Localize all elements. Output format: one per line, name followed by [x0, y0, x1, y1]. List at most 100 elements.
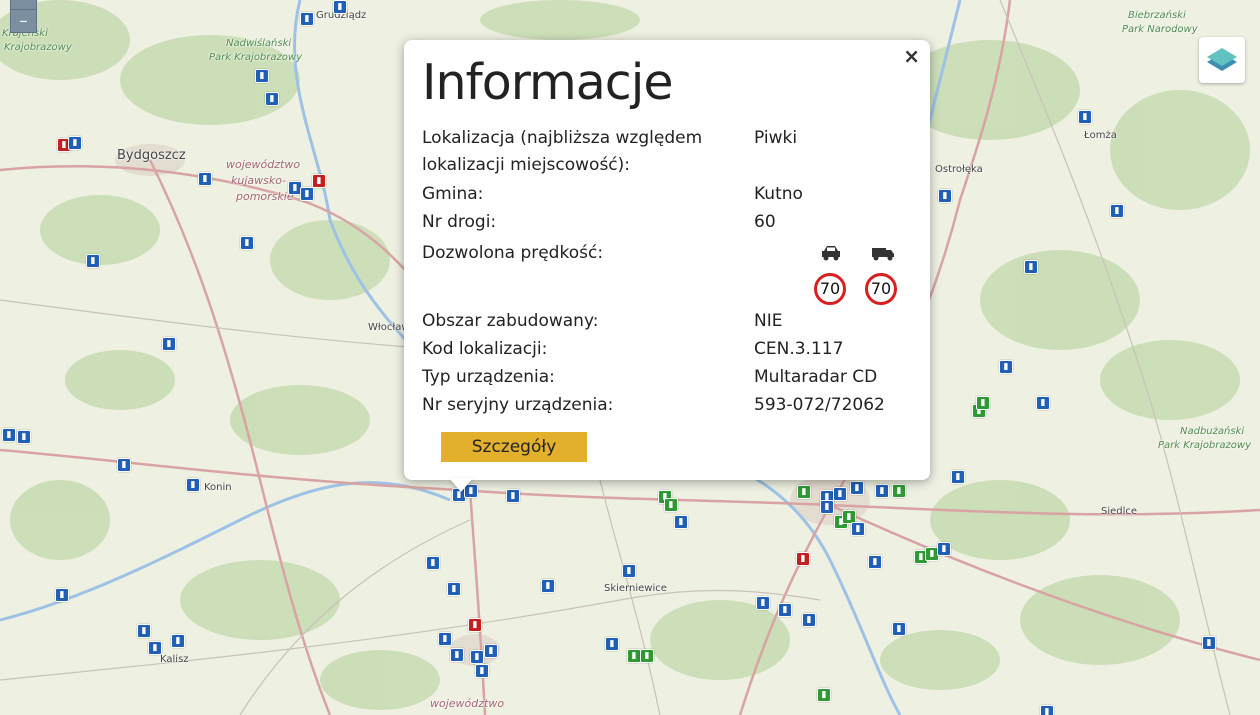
speed-camera-marker-blue[interactable]: ▮: [1110, 204, 1124, 218]
speed-sign-car: 70: [814, 273, 846, 305]
speed-camera-marker-blue[interactable]: ▮: [86, 254, 100, 268]
road-number-value: 60: [754, 212, 776, 232]
speed-camera-marker-blue[interactable]: ▮: [438, 632, 452, 646]
municipality-value: Kutno: [754, 184, 803, 204]
speed-camera-marker-blue[interactable]: ▮: [450, 648, 464, 662]
map-place-label: województwo: [430, 697, 505, 710]
speed-camera-marker-green[interactable]: ▮: [976, 396, 990, 410]
road-number-label: Nr drogi:: [422, 212, 497, 232]
speed-camera-marker-blue[interactable]: ▮: [2, 428, 16, 442]
device-type-label: Typ urządzenia:: [422, 367, 555, 387]
map-place-label: Park Narodowy: [1122, 24, 1198, 35]
speed-camera-marker-blue[interactable]: ▮: [868, 555, 882, 569]
info-popup: Informacje × Lokalizacja (najbliższa wzg…: [404, 40, 930, 480]
speed-limit-label: Dozwolona prędkość:: [422, 243, 604, 263]
map-place-label: Siedlce: [1101, 506, 1138, 517]
speed-camera-marker-green[interactable]: ▮: [664, 498, 678, 512]
speed-camera-marker-red[interactable]: ▮: [796, 552, 810, 566]
speed-camera-marker-blue[interactable]: ▮: [1024, 260, 1038, 274]
speed-camera-marker-blue[interactable]: ▮: [833, 487, 847, 501]
speed-camera-marker-blue[interactable]: ▮: [850, 481, 864, 495]
speed-camera-marker-blue[interactable]: ▮: [198, 172, 212, 186]
speed-camera-marker-blue[interactable]: ▮: [951, 470, 965, 484]
speed-camera-marker-blue[interactable]: ▮: [506, 489, 520, 503]
close-icon[interactable]: ×: [903, 44, 920, 68]
speed-camera-marker-blue[interactable]: ▮: [426, 556, 440, 570]
speed-camera-marker-blue[interactable]: ▮: [622, 564, 636, 578]
speed-camera-marker-blue[interactable]: ▮: [937, 542, 951, 556]
popup-title: Informacje: [422, 54, 673, 111]
speed-camera-marker-blue[interactable]: ▮: [117, 458, 131, 472]
popup-pointer: [449, 478, 473, 492]
truck-icon: [870, 244, 896, 266]
map-place-label: Konin: [204, 482, 232, 493]
speed-camera-marker-blue[interactable]: ▮: [674, 515, 688, 529]
speed-camera-marker-blue[interactable]: ▮: [447, 582, 461, 596]
speed-camera-marker-blue[interactable]: ▮: [171, 634, 185, 648]
map-place-label: Skierniewice: [604, 583, 667, 594]
speed-camera-marker-blue[interactable]: ▮: [999, 360, 1013, 374]
speed-camera-marker-blue[interactable]: ▮: [300, 12, 314, 26]
layers-button[interactable]: [1199, 37, 1245, 83]
speed-camera-marker-blue[interactable]: ▮: [1036, 396, 1050, 410]
speed-camera-marker-blue[interactable]: ▮: [148, 641, 162, 655]
speed-camera-marker-blue[interactable]: ▮: [802, 613, 816, 627]
map-place-label: Park Krajobrazowy: [209, 52, 302, 63]
speed-camera-marker-blue[interactable]: ▮: [938, 189, 952, 203]
speed-camera-marker-blue[interactable]: ▮: [605, 637, 619, 651]
map-place-label: Bydgoszcz: [117, 148, 186, 163]
speed-camera-marker-blue[interactable]: ▮: [265, 92, 279, 106]
speed-camera-marker-blue[interactable]: ▮: [756, 596, 770, 610]
speed-sign-truck: 70: [865, 273, 897, 305]
speed-camera-marker-blue[interactable]: ▮: [333, 0, 347, 14]
speed-camera-marker-green[interactable]: ▮: [817, 688, 831, 702]
speed-camera-marker-blue[interactable]: ▮: [300, 187, 314, 201]
car-icon: [820, 244, 842, 266]
speed-camera-marker-blue[interactable]: ▮: [137, 624, 151, 638]
location-value: Piwki: [754, 128, 798, 148]
map-place-label: Nadbużański: [1180, 426, 1245, 437]
map-place-label: województwo: [226, 158, 301, 171]
location-code-value: CEN.3.117: [754, 339, 844, 359]
speed-camera-marker-blue[interactable]: ▮: [778, 603, 792, 617]
speed-camera-marker-green[interactable]: ▮: [640, 649, 654, 663]
speed-camera-marker-red[interactable]: ▮: [312, 174, 326, 188]
speed-camera-marker-blue[interactable]: ▮: [851, 522, 865, 536]
map-place-label: Kalisz: [160, 654, 189, 665]
speed-camera-marker-blue[interactable]: ▮: [55, 588, 69, 602]
speed-camera-marker-blue[interactable]: ▮: [240, 236, 254, 250]
speed-camera-marker-blue[interactable]: ▮: [892, 622, 906, 636]
location-label: Lokalizacja (najbliższa względem lokaliz…: [422, 128, 703, 175]
municipality-label: Gmina:: [422, 184, 484, 204]
map-place-label: Krajobrazowy: [4, 42, 72, 53]
speed-camera-marker-blue[interactable]: ▮: [68, 136, 82, 150]
speed-camera-marker-green[interactable]: ▮: [797, 485, 811, 499]
zoom-out-button[interactable]: –: [10, 9, 37, 33]
details-button[interactable]: Szczegóły: [441, 432, 587, 462]
map-place-label: Nadwiślański: [226, 38, 292, 49]
map-place-label: pomorskie: [236, 190, 294, 203]
built-up-area-value: NIE: [754, 311, 783, 331]
speed-camera-marker-blue[interactable]: ▮: [1202, 636, 1216, 650]
speed-camera-marker-blue[interactable]: ▮: [475, 664, 489, 678]
speed-camera-marker-blue[interactable]: ▮: [1078, 110, 1092, 124]
speed-camera-marker-blue[interactable]: ▮: [255, 69, 269, 83]
speed-camera-marker-blue[interactable]: ▮: [484, 644, 498, 658]
layers-icon: [1207, 48, 1237, 71]
speed-camera-marker-blue[interactable]: ▮: [162, 337, 176, 351]
speed-camera-marker-blue[interactable]: ▮: [186, 478, 200, 492]
speed-camera-marker-blue[interactable]: ▮: [1040, 705, 1054, 715]
map-place-label: kujawsko-: [231, 174, 286, 187]
map-place-label: Łomża: [1084, 130, 1117, 141]
map-place-label: Ostrołęka: [935, 164, 983, 175]
speed-camera-marker-green[interactable]: ▮: [627, 649, 641, 663]
serial-number-value: 593-072/72062: [754, 395, 885, 415]
speed-camera-marker-red[interactable]: ▮: [468, 618, 482, 632]
speed-camera-marker-green[interactable]: ▮: [892, 484, 906, 498]
speed-camera-marker-blue[interactable]: ▮: [470, 650, 484, 664]
speed-camera-marker-blue[interactable]: ▮: [875, 484, 889, 498]
speed-camera-marker-blue[interactable]: ▮: [820, 500, 834, 514]
speed-camera-marker-blue[interactable]: ▮: [17, 430, 31, 444]
speed-camera-marker-blue[interactable]: ▮: [541, 579, 555, 593]
device-type-value: Multaradar CD: [754, 367, 878, 387]
